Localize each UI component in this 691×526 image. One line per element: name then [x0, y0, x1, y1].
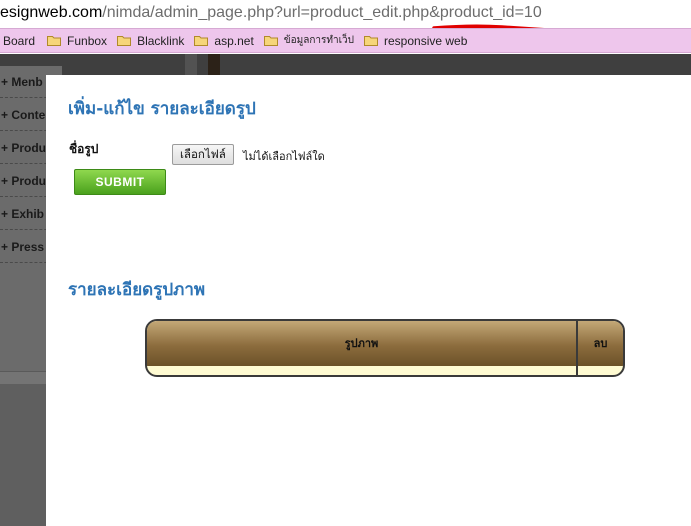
- bookmark-label: ข้อมูลการทำเว็ป: [283, 35, 354, 46]
- bookmark-label: Board: [3, 33, 36, 48]
- column-header-image: รูปภาพ: [344, 337, 379, 350]
- edit-image-modal: เพิ่ม-แก้ไข รายละเอียดรูป ชื่อรูป เลือกไ…: [46, 75, 691, 526]
- bookmark-funbox[interactable]: Funbox: [47, 34, 107, 48]
- column-header-delete: ลบ: [593, 337, 608, 350]
- bookmark-label: Funbox: [67, 33, 108, 48]
- file-status-text: ไม่ได้เลือกไฟล์ใด: [243, 150, 325, 163]
- choose-file-button[interactable]: เลือกไฟล์: [172, 144, 234, 165]
- url-host: esignweb.com: [0, 4, 103, 21]
- images-table: รูปภาพ ลบ: [145, 319, 625, 377]
- bookmark-web-info[interactable]: ข้อมูลการทำเว็ป: [263, 33, 354, 48]
- image-name-label: ชื่อรูป: [69, 142, 99, 156]
- folder-icon: [364, 36, 378, 46]
- modal-title: เพิ่ม-แก้ไข รายละเอียดรูป: [68, 99, 256, 119]
- bookmark-responsive-web[interactable]: responsive web: [364, 34, 467, 48]
- folder-icon: [117, 36, 132, 46]
- submit-button[interactable]: SUBMIT: [74, 169, 166, 195]
- bookmark-label: asp.net: [214, 33, 254, 48]
- image-details-heading: รายละเอียดรูปภาพ: [68, 280, 206, 300]
- bookmark-label: responsive web: [384, 33, 468, 48]
- bookmark-blacklink[interactable]: Blacklink: [117, 34, 184, 48]
- admin-header-bar: [0, 54, 691, 75]
- folder-icon: [263, 36, 278, 46]
- bookmark-label: Blacklink: [137, 33, 185, 48]
- url-highlight: product_id=10: [439, 4, 542, 21]
- bookmark-aspnet[interactable]: asp.net: [194, 33, 254, 48]
- folder-icon: [194, 36, 209, 46]
- bookmarks-bar: Board Funbox Blacklink asp.net ข้อมูลการ…: [0, 28, 691, 53]
- url-path: /nimda/admin_page.php?url=product_edit.p…: [102, 4, 440, 21]
- column-divider: [576, 321, 578, 375]
- folder-icon: [47, 36, 62, 46]
- table-header: รูปภาพ ลบ: [147, 321, 623, 366]
- address-bar[interactable]: esignweb.com/nimda/admin_page.php?url=pr…: [0, 0, 691, 27]
- bookmark-board[interactable]: Board: [3, 34, 35, 48]
